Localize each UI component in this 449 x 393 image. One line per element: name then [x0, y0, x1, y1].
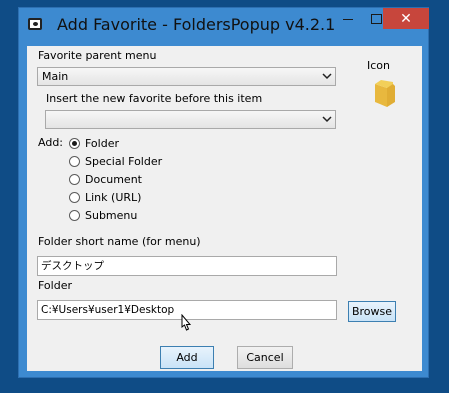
radio-link[interactable]: Link (URL): [69, 190, 141, 204]
mouse-pointer-icon: [179, 313, 193, 337]
app-icon[interactable]: [28, 18, 42, 30]
parent-menu-value: Main: [42, 70, 69, 83]
title-bar[interactable]: Add Favorite - FoldersPopup v4.2.1 ✕: [19, 8, 429, 46]
chevron-down-icon: [322, 72, 332, 80]
dialog-body: Favorite parent menu Main Insert the new…: [27, 46, 422, 371]
radio-label: Folder: [85, 136, 119, 150]
radio-button[interactable]: [69, 173, 80, 185]
folder-label: Folder: [38, 279, 72, 292]
radio-document[interactable]: Document: [69, 172, 142, 186]
parent-menu-dropdown[interactable]: Main: [37, 67, 336, 86]
radio-button[interactable]: [69, 155, 80, 167]
folder-icon[interactable]: [373, 78, 399, 108]
short-name-label: Folder short name (for menu): [38, 235, 201, 248]
radio-special-folder[interactable]: Special Folder: [69, 154, 162, 168]
insert-before-dropdown[interactable]: [45, 110, 336, 129]
add-button[interactable]: Add: [160, 346, 214, 369]
radio-label: Document: [85, 172, 142, 186]
radio-label: Submenu: [85, 208, 138, 222]
close-button[interactable]: ✕: [383, 8, 429, 29]
radio-button[interactable]: [69, 191, 80, 203]
add-type-label: Add:: [38, 136, 64, 149]
radio-button[interactable]: [69, 137, 80, 149]
radio-label: Special Folder: [85, 154, 163, 168]
add-favorite-window: Add Favorite - FoldersPopup v4.2.1 ✕ Fav…: [18, 7, 429, 378]
cancel-button[interactable]: Cancel: [237, 346, 293, 369]
radio-button[interactable]: [69, 209, 80, 221]
browse-button[interactable]: Browse: [348, 301, 396, 322]
parent-menu-label: Favorite parent menu: [38, 49, 157, 62]
insert-before-label: Insert the new favorite before this item: [46, 92, 263, 105]
radio-submenu[interactable]: Submenu: [69, 208, 137, 222]
chevron-down-icon: [322, 115, 332, 123]
radio-folder[interactable]: Folder: [69, 136, 119, 150]
icon-label: Icon: [367, 59, 390, 72]
short-name-input[interactable]: デスクトップ: [37, 256, 337, 276]
radio-label: Link (URL): [85, 190, 142, 204]
window-title: Add Favorite - FoldersPopup v4.2.1: [57, 15, 336, 34]
minimize-button[interactable]: [334, 9, 362, 29]
